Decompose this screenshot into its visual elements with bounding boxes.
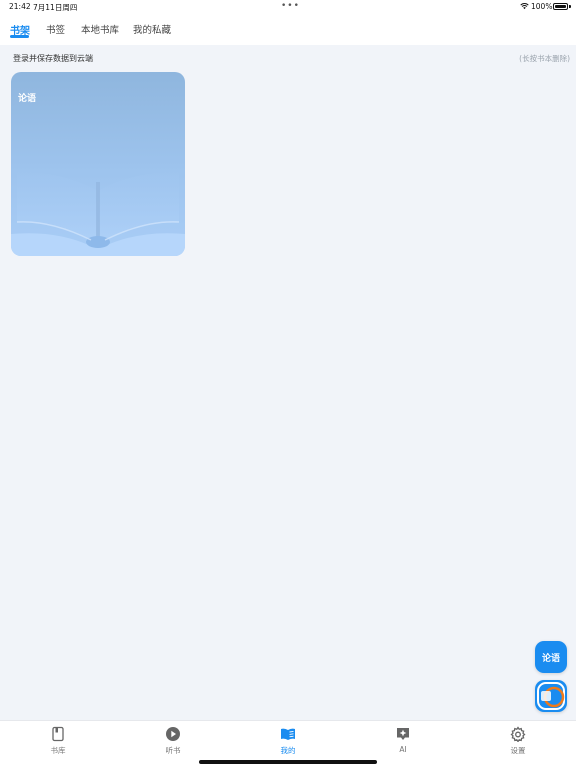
nav-settings-label: 设置 [510,746,526,755]
nav-library[interactable]: 书库 [28,726,88,756]
tab-my-collection[interactable]: 我的私藏 [133,22,171,36]
sync-row: 登录并保存数据到云端 (长按书本删除) [0,52,576,66]
top-tab-bar: 书架 书签 本地书库 我的私藏 [0,14,576,45]
wifi-icon [520,3,529,10]
delete-hint: (长按书本删除) [519,54,570,63]
active-tab-indicator [10,35,29,38]
play-icon [166,727,180,741]
book-icon [52,726,64,742]
tab-local-library[interactable]: 本地书库 [81,22,119,36]
open-book-icon [281,728,295,740]
open-book-illustration [11,171,185,256]
nav-ai[interactable]: AI [373,726,433,754]
floating-lunyu-button[interactable]: 论语 [535,641,567,673]
nav-listen[interactable]: 听书 [143,726,203,756]
assistant-badge-icon [537,682,565,710]
book-title: 论语 [18,94,37,104]
floating-lunyu-label: 论语 [541,653,560,664]
nav-ai-label: AI [399,745,407,754]
battery-icon [553,3,568,10]
battery-percent: 100% [531,2,553,11]
nav-mine-label: 我的 [280,746,296,755]
status-time: 21:42 [9,2,31,11]
nav-library-label: 书库 [50,746,66,755]
ai-sparkle-icon [397,728,409,740]
home-indicator [199,760,377,764]
battery-tip [569,5,571,8]
nav-settings[interactable]: 设置 [488,726,548,756]
multitasking-dots[interactable]: ••• [281,1,300,11]
status-date: 7月11日周四 [33,3,78,12]
nav-mine[interactable]: 我的 [258,726,318,756]
floating-assistant-button[interactable] [535,680,567,712]
status-bar: 21:42 7月11日周四 ••• 100% [0,0,576,14]
nav-listen-label: 听书 [165,746,181,755]
tab-bookmarks[interactable]: 书签 [46,22,65,36]
book-card[interactable]: 论语 [11,72,185,256]
login-sync-link[interactable]: 登录并保存数据到云端 [13,53,93,64]
gear-icon [510,726,526,742]
